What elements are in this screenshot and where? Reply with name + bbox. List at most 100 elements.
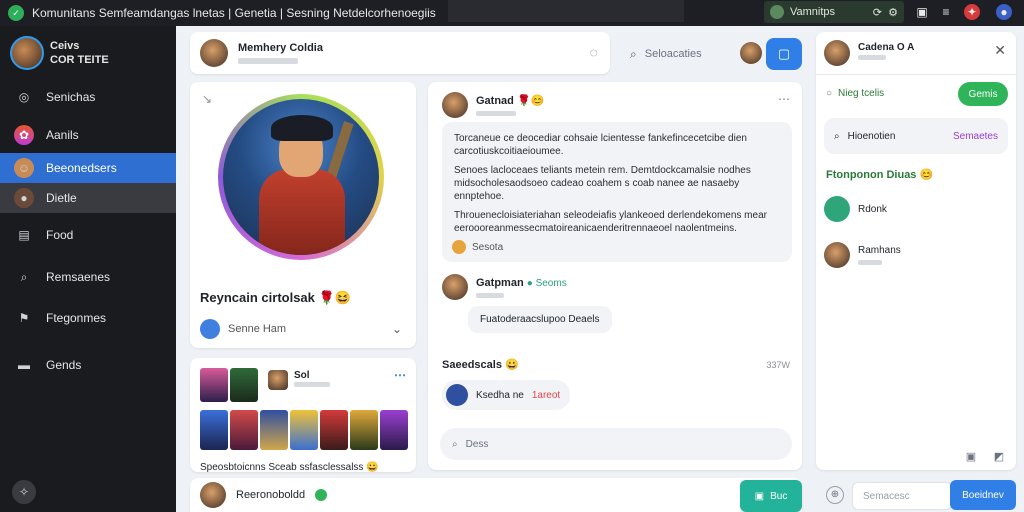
post-header: Gatnad 🌹😊: [442, 92, 544, 118]
sidebar-item-remsaenes[interactable]: ⌕ Remsaenes: [0, 262, 176, 292]
sticker-icon[interactable]: ◩: [992, 450, 1006, 464]
sidebar-item-aanils[interactable]: ✿ Aanils: [0, 120, 176, 150]
panel-search[interactable]: ⌕ Hioenotien Semaetes: [824, 118, 1008, 154]
title-bar: ✓ Komunitans Semfeamdangas lnetas | Gene…: [0, 0, 1024, 26]
media-thumb[interactable]: [290, 410, 318, 450]
media-thumb[interactable]: [200, 368, 228, 402]
sidebar-item-senichas[interactable]: ◎ Senichas: [0, 82, 176, 112]
circle-icon: ○: [826, 88, 833, 99]
sidebar-item-label: Dietle: [46, 191, 77, 205]
follow-button[interactable]: Gemis: [958, 82, 1008, 106]
chat-icon[interactable]: ◌: [590, 44, 598, 60]
close-icon[interactable]: ✕: [994, 42, 1006, 59]
search-icon: ⌕: [834, 130, 840, 142]
mention-tag[interactable]: 1areot: [532, 390, 560, 401]
media-thumb[interactable]: [380, 410, 408, 450]
hero-portrait: [223, 99, 379, 255]
window-title: Komunitans Semfeamdangas lnetas | Geneti…: [32, 6, 436, 20]
sidebar-item-food[interactable]: ▤ Food: [0, 220, 176, 250]
section-title: Saeedscals 😀: [442, 359, 519, 371]
media-thumb[interactable]: [200, 410, 228, 450]
sidebar-item-label: Senichas: [46, 90, 96, 104]
mention-chip[interactable]: Ksedha ne 1areot: [442, 380, 571, 410]
sidebar-item-label: Beeonedsers: [46, 161, 117, 175]
explore-icon[interactable]: ✧: [12, 480, 36, 504]
right-panel: Cadena O A ✕ ○ Nieg tcelis Gemis ⌕ Hioen…: [816, 32, 1016, 470]
status-pill[interactable]: Vamnitps ⟳ ⚙: [764, 1, 904, 23]
comment-placeholder: Dess: [465, 438, 489, 450]
reaction-icon: [452, 240, 466, 254]
online-status-icon: [315, 489, 328, 501]
avatar[interactable]: [268, 370, 288, 390]
grid-caption: Speosbtoicnns Sceab ssfasclessalss 😀: [200, 462, 379, 473]
contact-name: Ramhans: [858, 245, 901, 256]
search-button[interactable]: ▢: [766, 38, 802, 70]
sidebar-item-ftegonmes[interactable]: ⚑ Ftegonmes: [0, 303, 176, 333]
media-thumb[interactable]: [230, 368, 258, 402]
header-subtitle: [238, 58, 298, 64]
header-name: Memhery Coldia: [238, 42, 323, 54]
bottom-button-label: Buc: [770, 490, 788, 502]
reaction-row[interactable]: Sesota: [452, 240, 503, 254]
post-paragraph: Torcaneue ce deocediar cohsaie lcientess…: [454, 133, 747, 157]
panel-search-tag[interactable]: Semaetes: [953, 131, 998, 142]
sidebar-profile[interactable]: Ceivs COR TEITE: [10, 36, 109, 70]
grid-title: Sol: [294, 370, 310, 381]
sidebar-item-gends[interactable]: ▬ Gends: [0, 350, 176, 380]
comment-author[interactable]: Gatpman: [476, 277, 524, 289]
bottom-action-button[interactable]: ▣ Buc: [740, 480, 802, 512]
compass-icon: ◎: [18, 90, 30, 104]
bottom-bar: Reeronoboldd ▣ Buc: [190, 478, 802, 512]
emoji-icon: 😀: [505, 359, 519, 371]
profile-name: Ceivs: [50, 40, 80, 52]
hero-action-row[interactable]: Senne Ham ⌄: [200, 316, 406, 342]
media-thumb[interactable]: [320, 410, 348, 450]
sidebar-item-beeonedsers[interactable]: ☺ Beeonedsers: [0, 153, 176, 183]
more-icon[interactable]: ⋯: [394, 368, 406, 382]
profile-header: Memhery Coldia ◌: [190, 32, 610, 74]
comment-input[interactable]: ⌕ Dess: [440, 428, 792, 460]
attach-icon[interactable]: ⊕: [826, 486, 844, 504]
follow-row-label: Nieg tcelis: [838, 88, 885, 99]
mention-text: Ksedha ne: [476, 389, 524, 401]
comment-header: Gatpman ● Seoms: [442, 274, 567, 300]
avatar[interactable]: [442, 92, 468, 118]
media-thumb[interactable]: [260, 410, 288, 450]
profile-handle: COR TEITE: [50, 54, 109, 66]
avatar[interactable]: [200, 39, 228, 67]
search-bar[interactable]: ⌕ Seloacaties ▢: [620, 36, 804, 72]
post-author[interactable]: Gatnad 🌹😊: [476, 94, 544, 107]
contact-meta: [858, 260, 882, 265]
refresh-icon[interactable]: ⟳: [873, 6, 882, 19]
message-composer: ⊕ Semacesc Boeidnev: [816, 478, 1024, 512]
account-icon[interactable]: ●: [996, 4, 1012, 20]
folder-icon: ▬: [18, 358, 30, 372]
menu-icon[interactable]: ≡: [938, 4, 954, 20]
contact-item[interactable]: Rdonk: [824, 196, 887, 222]
chevron-down-icon[interactable]: ⌄: [392, 322, 402, 336]
alert-icon[interactable]: ✦: [964, 4, 980, 20]
media-thumb[interactable]: [230, 410, 258, 450]
message-input[interactable]: Semacesc: [852, 482, 952, 510]
media-thumb[interactable]: [350, 410, 378, 450]
settings-icon[interactable]: ⚙: [888, 6, 898, 19]
collapse-icon[interactable]: ↘: [202, 92, 212, 106]
sidebar-item-dietle[interactable]: ● Dietle: [0, 183, 176, 213]
hero-portrait-ring[interactable]: [218, 94, 384, 260]
image-icon[interactable]: ▣: [964, 450, 978, 464]
send-button[interactable]: Boeidnev: [950, 480, 1016, 510]
contact-item[interactable]: Ramhans: [824, 242, 901, 268]
avatar[interactable]: [200, 482, 226, 508]
search-input[interactable]: Seloacaties: [645, 48, 702, 60]
avatar: [740, 42, 762, 64]
sidebar-item-label: Food: [46, 228, 74, 242]
flag-icon: ⚑: [18, 311, 30, 325]
more-icon[interactable]: ⋯: [778, 92, 790, 106]
title-bar-field[interactable]: [448, 0, 684, 22]
avatar[interactable]: [442, 274, 468, 300]
post-paragraph: Senoes lacloceaes teliants metein rem. D…: [454, 165, 751, 202]
post-paragraph: Throuenecloisiateriahan seleodeiafis yla…: [454, 210, 767, 234]
avatar[interactable]: [824, 40, 850, 66]
window-square-icon[interactable]: ▣: [914, 4, 930, 20]
avatar: [200, 319, 220, 339]
